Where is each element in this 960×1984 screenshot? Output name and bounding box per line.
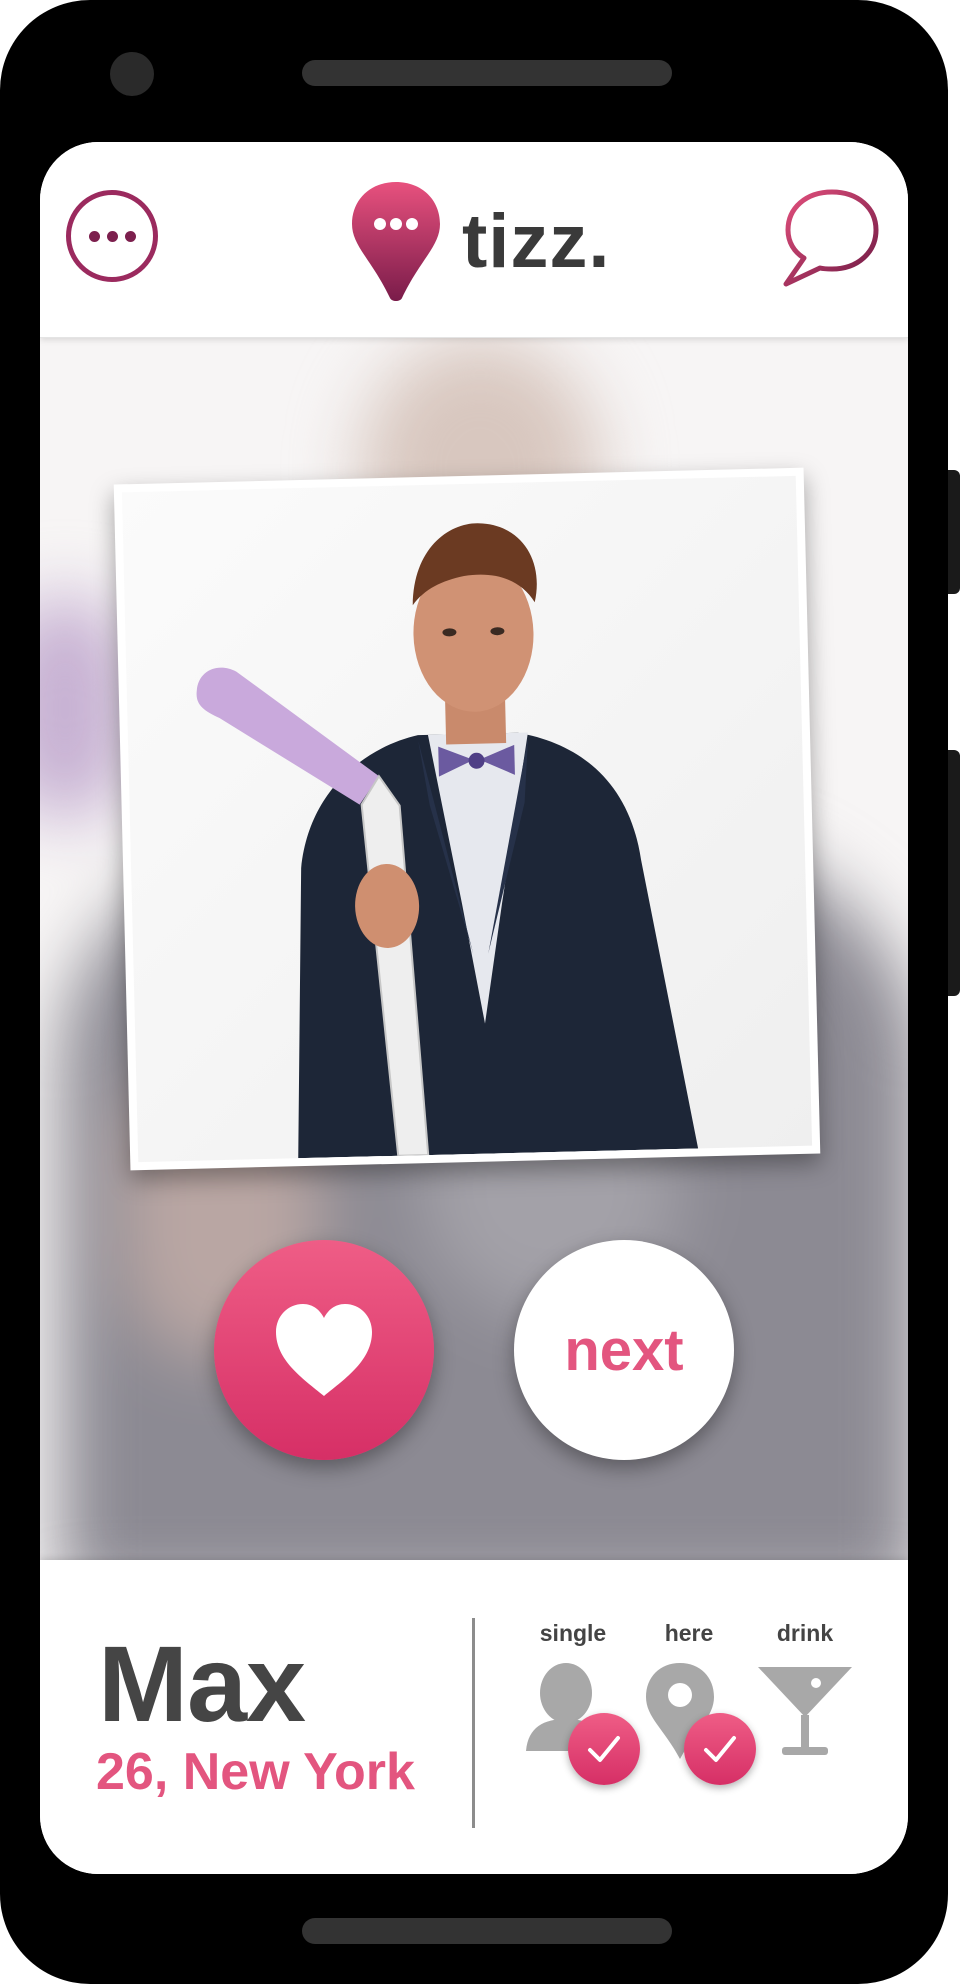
profile-hero: next (40, 338, 908, 1560)
status-label: drink (776, 1620, 834, 1646)
status-icon-wrap (634, 1659, 756, 1785)
earpiece-speaker (302, 60, 672, 86)
heart-icon (276, 1304, 372, 1396)
check-icon (588, 1736, 620, 1762)
front-camera (110, 52, 154, 96)
profile-photo (121, 475, 813, 1163)
status-label: here (664, 1620, 714, 1646)
checkmark-badge (684, 1713, 756, 1785)
app-name: tizz. (462, 198, 611, 284)
profile-info-panel: Max 26, New York single here drink (40, 1560, 908, 1874)
status-icon-wrap (750, 1659, 860, 1769)
status-drink: drink (750, 1620, 860, 1769)
power-button (948, 470, 960, 594)
chat-bubble-icon[interactable] (778, 186, 882, 290)
bottom-speaker (302, 1918, 672, 1944)
like-button[interactable] (214, 1240, 434, 1460)
location-pin-chat-icon (352, 182, 440, 301)
next-button[interactable]: next (514, 1240, 734, 1460)
status-here: here (634, 1620, 756, 1785)
profile-age-location: 26, New York (96, 1743, 415, 1801)
app-screen: tizz. next Max 26, New York single here … (40, 142, 908, 1874)
more-dot (106, 230, 118, 242)
checkmark-badge (568, 1713, 640, 1785)
app-logo: tizz. (350, 176, 611, 306)
app-header: tizz. (40, 142, 908, 338)
check-icon (704, 1736, 736, 1762)
info-divider (472, 1618, 475, 1828)
more-menu-button[interactable] (66, 190, 158, 282)
status-label: single (539, 1620, 607, 1646)
volume-button (948, 750, 960, 996)
next-button-label: next (564, 1317, 684, 1383)
cocktail-glass-icon (758, 1667, 852, 1755)
profile-name: Max (98, 1623, 306, 1744)
phone-frame: tizz. next Max 26, New York single here … (0, 0, 960, 1984)
profile-photo-card[interactable] (113, 467, 821, 1171)
status-single: single (518, 1620, 640, 1785)
status-icon-wrap (518, 1659, 640, 1785)
profile-person-illustration (196, 523, 699, 1159)
more-dot (124, 230, 136, 242)
more-dots-icon (88, 230, 100, 242)
